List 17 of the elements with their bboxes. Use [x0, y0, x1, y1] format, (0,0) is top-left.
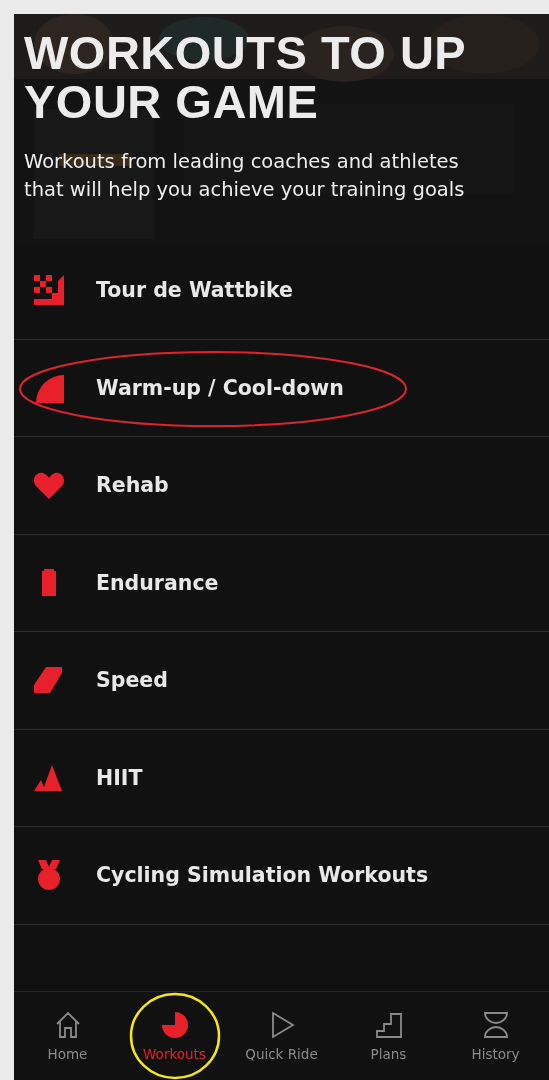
workout-category-item[interactable]: Endurance: [14, 534, 549, 632]
page-subtitle: Workouts from leading coaches and athletes that will help you achieve your training goals: [24, 149, 466, 203]
tab-bar-item[interactable]: History: [442, 992, 549, 1080]
workout-category-item[interactable]: Rehab: [14, 437, 549, 535]
workout-category-item[interactable]: Cycling Simulation Workouts: [14, 827, 549, 925]
pie-chart-icon: [159, 1010, 190, 1040]
workout-category-item[interactable]: Warm-up / Cool-down: [14, 339, 549, 437]
stairs-icon: [373, 1010, 404, 1040]
workout-category-item[interactable]: HIIT: [14, 729, 549, 827]
tab-bar-item[interactable]: Home: [14, 992, 121, 1080]
tab-bar-item[interactable]: Quick Ride: [228, 992, 335, 1080]
page-title: WORKOUTS TO UP YOUR GAME: [24, 28, 467, 126]
tab-bar-item[interactable]: Plans: [335, 992, 442, 1080]
tab-bar-item[interactable]: Workouts: [121, 992, 228, 1080]
checkered-flag-icon: [32, 273, 66, 308]
workout-category-item[interactable]: Tour de Wattbike: [14, 242, 549, 340]
workout-category-item[interactable]: Speed: [14, 632, 549, 730]
